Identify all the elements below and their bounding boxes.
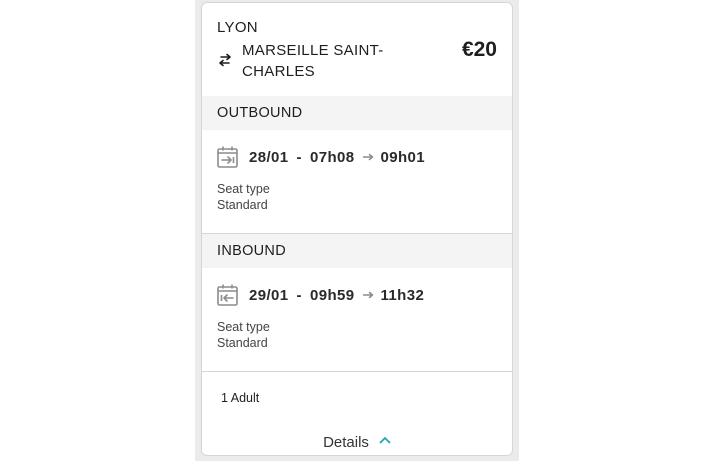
passenger-count: 1 Adult	[221, 391, 260, 405]
panel-background: LYON MARSEILLE SAINT-CHARLES €20 OUTBOUN…	[195, 0, 519, 461]
arrow-right-icon	[362, 291, 373, 299]
inbound-arrival-time: 11h32	[380, 286, 425, 304]
outbound-arrival-time: 09h01	[380, 148, 426, 166]
details-label: Details	[323, 433, 369, 451]
origin-station: LYON	[217, 19, 258, 36]
outbound-seat-type-value: Standard	[217, 198, 268, 212]
details-toggle-button[interactable]: Details	[202, 430, 512, 454]
destination-station: MARSEILLE SAINT-CHARLES	[242, 42, 384, 80]
section-divider	[202, 371, 512, 372]
outbound-departure-time: 07h08	[309, 148, 355, 166]
chevron-up-icon	[379, 437, 391, 444]
outbound-header: OUTBOUND	[202, 96, 512, 130]
swap-arrows-icon	[219, 53, 231, 67]
inbound-journey: 29/01 - 09h59 11h32	[217, 283, 424, 307]
calendar-inbound-icon	[217, 284, 238, 306]
arrow-right-icon	[362, 153, 373, 161]
total-price: €20	[461, 38, 497, 61]
inbound-departure-time: 09h59	[309, 286, 355, 304]
outbound-date: 28/01	[249, 148, 289, 166]
inbound-date: 29/01	[249, 286, 289, 304]
outbound-separator: -	[296, 148, 302, 166]
inbound-seat-type-value: Standard	[217, 336, 268, 350]
trip-summary-card: LYON MARSEILLE SAINT-CHARLES €20 OUTBOUN…	[201, 2, 513, 456]
outbound-journey: 28/01 - 07h08 09h01	[217, 145, 425, 169]
inbound-seat-type-label: Seat type	[217, 320, 270, 334]
inbound-separator: -	[296, 286, 302, 304]
calendar-outbound-icon	[217, 146, 238, 168]
route-summary: LYON MARSEILLE SAINT-CHARLES €20	[202, 3, 512, 95]
inbound-header: INBOUND	[202, 234, 512, 268]
outbound-seat-type-label: Seat type	[217, 182, 270, 196]
